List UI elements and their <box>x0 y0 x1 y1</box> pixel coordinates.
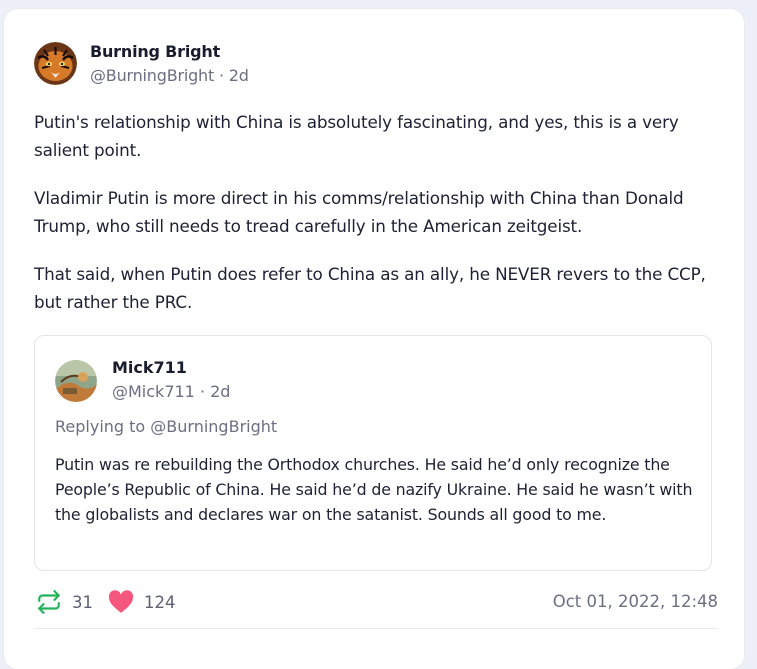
post-age: 2d <box>228 66 249 85</box>
like-count: 124 <box>144 592 176 612</box>
post-paragraph: Putin's relationship with China is absol… <box>34 112 679 160</box>
post-paragraph: Vladimir Putin is more direct in his com… <box>34 188 684 236</box>
retweet-count: 31 <box>72 592 93 612</box>
heart-icon <box>108 590 134 614</box>
retweet-button[interactable]: 31 <box>36 587 93 617</box>
quoted-author-display-name[interactable]: Mick711 <box>112 358 230 378</box>
quoted-author-handle-line: @Mick711 · 2d <box>112 382 231 401</box>
quoted-post-text: Putin was re rebuilding the Orthodox chu… <box>55 455 693 524</box>
post-body: Putin's relationship with China is absol… <box>34 108 718 336</box>
post-actions: 31 124 Oct 01, 2022, 12:48 <box>34 587 718 617</box>
quoted-author: Mick711 @Mick711 · 2d <box>55 358 230 403</box>
post-timestamp[interactable]: Oct 01, 2022, 12:48 <box>553 587 718 617</box>
author-handle-line: @BurningBright · 2d <box>90 66 249 85</box>
post-card: Burning Bright @BurningBright · 2d Putin… <box>4 9 744 669</box>
author-meta: Burning Bright @BurningBright · 2d <box>90 42 249 87</box>
retweet-icon <box>36 589 62 615</box>
quoted-post[interactable]: Mick711 @Mick711 · 2d Replying to @Burni… <box>34 335 712 571</box>
author-handle[interactable]: @BurningBright <box>90 66 214 85</box>
author-display-name[interactable]: Burning Bright <box>90 42 249 62</box>
replying-to[interactable]: Replying to @BurningBright <box>55 416 277 438</box>
quoted-author-avatar[interactable] <box>55 360 97 402</box>
like-button[interactable]: 124 <box>108 587 176 617</box>
author-avatar[interactable] <box>34 42 77 85</box>
quoted-author-handle[interactable]: @Mick711 <box>112 382 195 401</box>
quoted-author-meta: Mick711 @Mick711 · 2d <box>112 358 230 403</box>
divider <box>34 628 718 629</box>
quoted-post-age: 2d <box>210 382 231 401</box>
post-author: Burning Bright @BurningBright · 2d <box>34 42 249 87</box>
post-paragraph: That said, when Putin does refer to Chin… <box>34 264 706 312</box>
